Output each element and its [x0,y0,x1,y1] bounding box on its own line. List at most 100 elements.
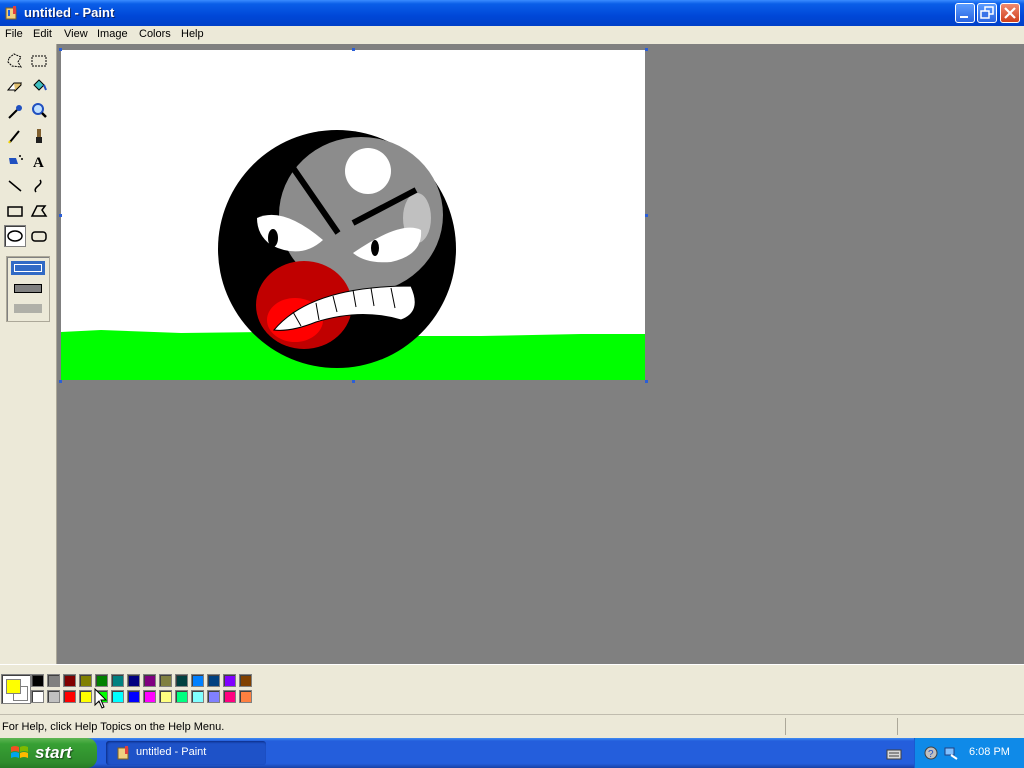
palette-swatch[interactable] [223,690,236,703]
palette-swatch[interactable] [159,690,172,703]
taskbar: start untitled - Paint ? 6:08 PM [0,738,1024,768]
palette-swatch[interactable] [47,674,60,687]
ellipse-tool[interactable] [4,225,26,247]
resize-handle-right[interactable] [645,214,648,217]
palette-swatch[interactable] [191,690,204,703]
airbrush-tool[interactable] [4,150,26,172]
foreground-color[interactable] [6,679,21,694]
rounded-rectangle-tool[interactable] [28,225,50,247]
close-button[interactable] [1000,3,1020,23]
palette-swatch[interactable] [207,674,220,687]
palette-swatch[interactable] [31,690,44,703]
clock: 6:08 PM [969,746,1010,758]
fill-option-outline-fill[interactable] [14,284,42,293]
fill-option-outline[interactable] [11,261,45,275]
paint-app-icon [5,6,17,20]
menu-view[interactable]: View [64,28,88,40]
title-bar[interactable]: untitled - Paint [0,0,1024,26]
resize-handle-bottom-left [59,380,62,383]
palette-swatch[interactable] [63,690,76,703]
palette-swatch[interactable] [127,690,140,703]
palette-swatch[interactable] [79,690,92,703]
airbrush-icon [9,155,23,164]
keyboard-icon[interactable] [886,747,902,761]
fill-option-fill-only[interactable] [14,304,42,313]
restore-icon [980,6,994,19]
palette-swatch[interactable] [63,674,76,687]
palette-swatch[interactable] [79,674,92,687]
menu-file[interactable]: File [5,28,23,40]
pencil-tool[interactable] [4,125,26,147]
fill-bucket-icon [33,79,47,91]
text-tool[interactable]: A [28,150,50,172]
angry-ball-drawing [61,130,645,380]
palette-swatch[interactable] [175,690,188,703]
curve-tool[interactable] [28,175,50,197]
curve-icon [34,179,42,193]
resize-handle-bottom-right[interactable] [645,380,648,383]
palette-swatch[interactable] [143,674,156,687]
palette-swatch[interactable] [143,690,156,703]
palette-swatch[interactable] [239,674,252,687]
resize-handle-top [352,48,355,51]
palette-swatch[interactable] [95,674,108,687]
toolbox: A [0,44,57,664]
system-tray: ? 6:08 PM [914,738,1024,768]
eraser-icon [6,82,23,93]
ellipse-icon [7,230,23,242]
taskbar-item-paint[interactable]: untitled - Paint [106,741,266,765]
eraser-tool[interactable] [4,75,26,97]
palette-swatch[interactable] [111,690,124,703]
rectangle-select-icon [31,55,47,67]
palette-swatch[interactable] [191,674,204,687]
resize-handle-left [59,214,62,217]
status-cell-size [897,718,1023,735]
palette-swatch[interactable] [207,690,220,703]
palette-swatch[interactable] [239,690,252,703]
palette-swatch[interactable] [159,674,172,687]
brush-tool[interactable] [28,125,50,147]
paint-app-icon [117,746,129,760]
fill-with-color-tool[interactable] [28,75,50,97]
select-tool[interactable] [28,50,50,72]
current-colors [1,674,31,704]
taskbar-item-label: untitled - Paint [136,746,207,758]
menu-colors[interactable]: Colors [139,28,171,40]
palette-swatch[interactable] [223,674,236,687]
resize-handle-bottom[interactable] [352,380,355,383]
palette-swatch[interactable] [175,674,188,687]
polygon-icon [30,205,48,217]
menu-help[interactable]: Help [181,28,204,40]
line-icon [8,180,22,192]
svg-text:?: ? [928,749,934,760]
menu-image[interactable]: Image [97,28,128,40]
status-help-text: For Help, click Help Topics on the Help … [2,721,225,733]
network-tray-icon[interactable] [943,745,959,761]
palette-swatch[interactable] [31,674,44,687]
pick-color-tool[interactable] [4,100,26,122]
palette-swatch[interactable] [47,690,60,703]
status-bar: For Help, click Help Topics on the Help … [0,714,1024,739]
pencil-icon [8,130,20,144]
start-label: start [35,743,72,762]
restore-button[interactable] [977,3,997,23]
free-form-select-tool[interactable] [4,50,26,72]
free-form-select-icon [7,53,22,68]
palette-swatch[interactable] [127,674,140,687]
start-button[interactable]: start [0,738,97,768]
help-tray-icon[interactable]: ? [923,745,939,761]
fill-style-options [6,256,50,322]
minimize-button[interactable] [955,3,975,23]
menu-edit[interactable]: Edit [33,28,52,40]
windows-logo-icon [11,746,28,758]
magnifier-tool[interactable] [28,100,50,122]
palette-swatch[interactable] [111,674,124,687]
resize-handle-top-right [645,48,648,51]
svg-text:A: A [33,155,44,171]
drawing-canvas[interactable] [61,50,645,380]
polygon-tool[interactable] [28,200,50,222]
rectangle-tool[interactable] [4,200,26,222]
menu-bar: File Edit View Image Colors Help [0,26,1024,44]
magnifier-icon [32,103,47,118]
line-tool[interactable] [4,175,26,197]
